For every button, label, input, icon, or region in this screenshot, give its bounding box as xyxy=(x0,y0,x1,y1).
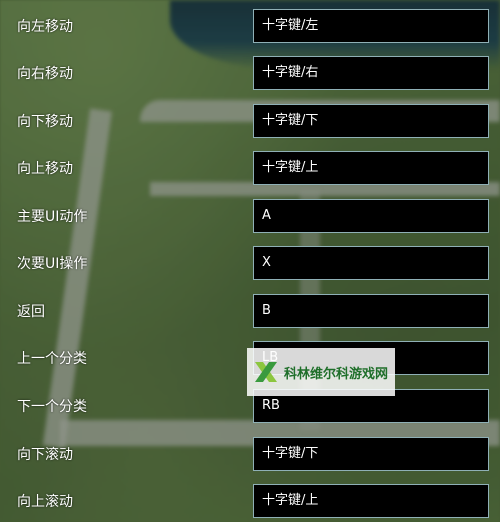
key-field-scroll-down[interactable]: 十字键/下 xyxy=(253,437,489,471)
binding-row-scroll-up: 向上滚动 十字键/上 xyxy=(0,482,500,522)
action-label: 上一个分类 xyxy=(17,351,87,367)
action-label: 返回 xyxy=(17,304,45,320)
binding-row-move-up: 向上移动 十字键/上 xyxy=(0,149,500,189)
action-label: 向上滚动 xyxy=(17,494,73,510)
key-field-move-up[interactable]: 十字键/上 xyxy=(253,151,489,185)
action-label: 向右移动 xyxy=(17,66,73,82)
site-watermark: 科林维尔科游戏网 xyxy=(247,348,395,396)
action-label: 次要UI操作 xyxy=(17,256,88,272)
binding-row-secondary-ui: 次要UI操作 X xyxy=(0,244,500,284)
key-field-primary-ui[interactable]: A xyxy=(253,199,489,233)
key-field-back[interactable]: B xyxy=(253,294,489,328)
x-logo-icon xyxy=(255,362,277,382)
key-field-move-left[interactable]: 十字键/左 xyxy=(253,9,489,43)
action-label: 向上移动 xyxy=(17,161,73,177)
binding-row-back: 返回 B xyxy=(0,292,500,332)
key-field-secondary-ui[interactable]: X xyxy=(253,246,489,280)
binding-row-primary-ui: 主要UI动作 A xyxy=(0,197,500,237)
action-label: 向左移动 xyxy=(17,19,73,35)
binding-row-move-right: 向右移动 十字键/右 xyxy=(0,54,500,94)
action-label: 向下滚动 xyxy=(17,447,73,463)
key-field-move-down[interactable]: 十字键/下 xyxy=(253,104,489,138)
key-field-scroll-up[interactable]: 十字键/上 xyxy=(253,484,489,518)
action-label: 主要UI动作 xyxy=(17,209,88,225)
binding-row-move-down: 向下移动 十字键/下 xyxy=(0,102,500,142)
binding-row-move-left: 向左移动 十字键/左 xyxy=(0,7,500,47)
key-field-move-right[interactable]: 十字键/右 xyxy=(253,56,489,90)
binding-row-scroll-down: 向下滚动 十字键/下 xyxy=(0,435,500,475)
action-label: 向下移动 xyxy=(17,114,73,130)
action-label: 下一个分类 xyxy=(17,399,87,415)
watermark-text: 科林维尔科游戏网 xyxy=(284,366,389,382)
